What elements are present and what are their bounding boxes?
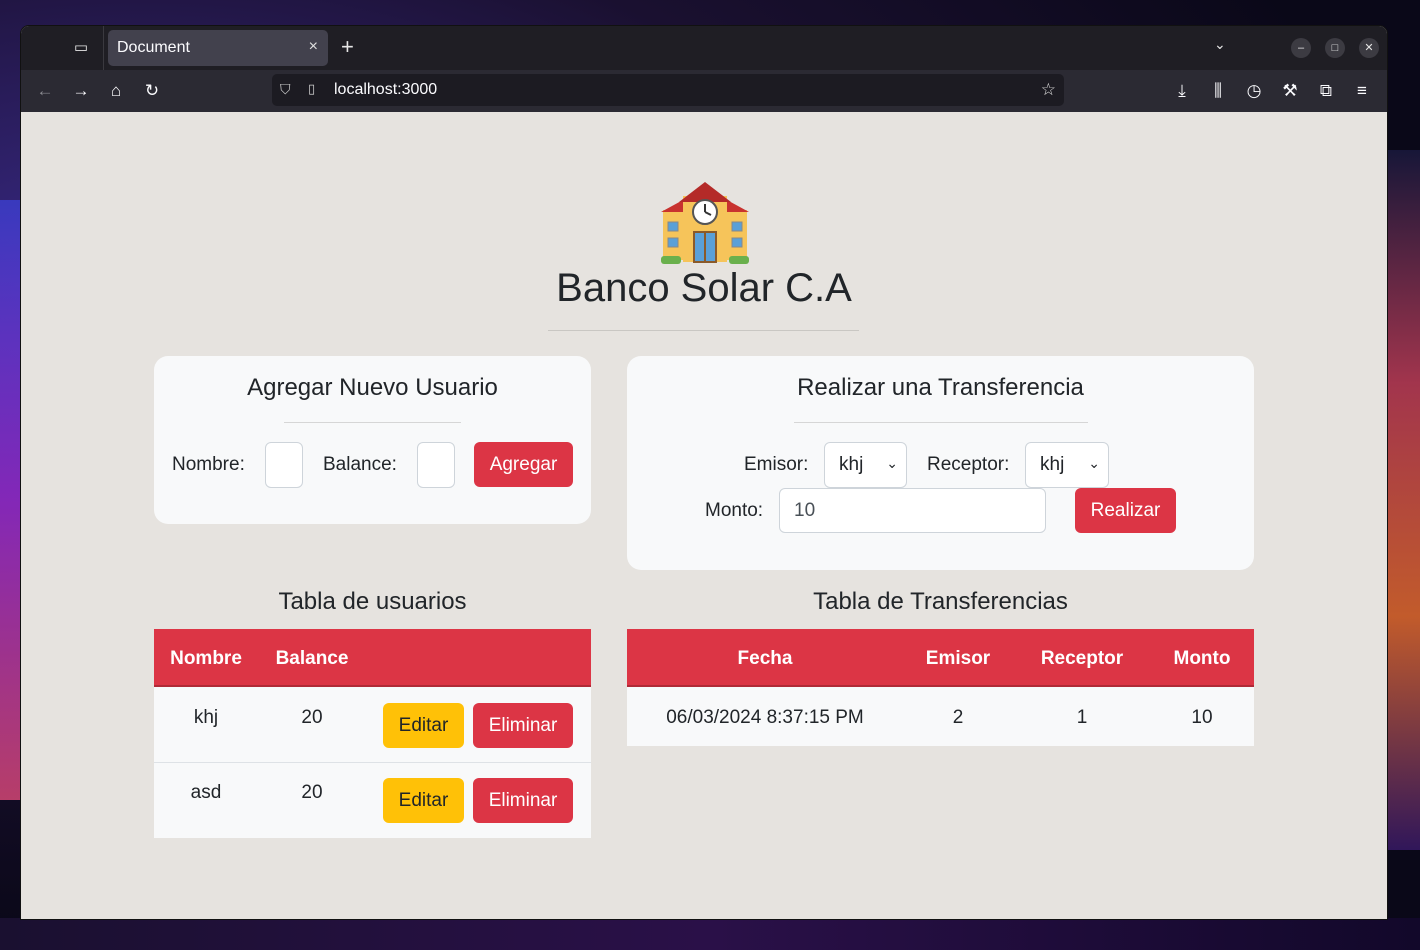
maximize-icon[interactable]: □ — [1325, 38, 1345, 58]
desktop-wallpaper-right — [1386, 150, 1420, 850]
home-icon[interactable]: ⌂ — [105, 80, 127, 102]
menu-hamburger-icon[interactable]: ≡ — [1351, 80, 1373, 102]
tracking-protection-icon[interactable]: ⛉ — [280, 81, 291, 98]
receptor-label: Receptor: — [927, 454, 1010, 475]
school-building-icon — [661, 182, 749, 264]
desktop-wallpaper-bottom — [0, 918, 1420, 950]
balance-input[interactable] — [417, 442, 455, 488]
realizar-button[interactable]: Realizar — [1075, 488, 1176, 533]
transfer-monto: 10 — [1191, 707, 1213, 728]
title-divider — [548, 330, 859, 331]
eliminar-button[interactable]: Eliminar — [473, 778, 573, 823]
balance-label: Balance: — [323, 454, 397, 475]
transfers-table: Fecha Emisor Receptor Monto 06/03/2024 8… — [627, 629, 1254, 746]
new-tab-button[interactable]: + — [341, 34, 354, 60]
downloads-icon[interactable]: ⤓ — [1171, 80, 1193, 102]
tab-close-icon[interactable]: × — [309, 38, 318, 56]
nombre-input[interactable] — [265, 442, 303, 488]
users-header-balance: Balance — [275, 648, 349, 669]
users-header-nombre: Nombre — [170, 648, 242, 669]
close-window-icon[interactable]: ✕ — [1359, 38, 1379, 58]
editar-button[interactable]: Editar — [383, 778, 464, 823]
transfer-emisor: 2 — [952, 707, 964, 728]
transfers-table-header: Fecha Emisor Receptor Monto — [627, 629, 1254, 687]
monto-label: Monto: — [705, 500, 764, 521]
user-balance: 20 — [301, 782, 323, 803]
user-nombre: khj — [193, 707, 219, 728]
transfers-header-fecha: Fecha — [737, 648, 793, 669]
library-icon[interactable]: ⫼ — [1207, 80, 1229, 102]
user-balance: 20 — [301, 707, 323, 728]
nombre-label: Nombre: — [172, 454, 245, 475]
add-user-card: Agregar Nuevo Usuario Nombre: Balance: A… — [154, 356, 591, 524]
emisor-label: Emisor: — [744, 454, 809, 475]
transfers-header-receptor: Receptor — [1040, 648, 1124, 669]
bookmark-star-icon[interactable]: ☆ — [1041, 80, 1056, 100]
agregar-button[interactable]: Agregar — [474, 442, 573, 487]
reload-icon[interactable]: ↻ — [141, 80, 163, 102]
transfers-header-emisor: Emisor — [925, 648, 991, 669]
table-row: asd 20 Editar Eliminar — [154, 763, 591, 838]
forward-icon[interactable]: → — [70, 80, 92, 102]
tab-document[interactable]: Document × — [108, 30, 328, 66]
browser-window: ▭ Document × + ⌄ – □ ✕ ← → ⌂ ↻ ⛉ ▯ local… — [21, 26, 1387, 919]
url-bar[interactable]: ⛉ ▯ localhost:3000 ☆ — [272, 74, 1064, 106]
user-nombre: asd — [190, 782, 222, 803]
eliminar-button[interactable]: Eliminar — [473, 703, 573, 748]
history-icon[interactable]: ◷ — [1243, 80, 1265, 102]
users-table-header: Nombre Balance — [154, 629, 591, 687]
table-row: 06/03/2024 8:37:15 PM 2 1 10 — [627, 687, 1254, 746]
page-title: Banco Solar C.A — [556, 266, 852, 310]
navigation-toolbar: ← → ⌂ ↻ ⛉ ▯ localhost:3000 ☆ ⤓ ⫼ ◷ ⚒ ⧉ ≡ — [21, 70, 1387, 112]
tab-title: Document — [117, 39, 190, 56]
editar-button[interactable]: Editar — [383, 703, 464, 748]
transfer-title: Realizar una Transferencia — [797, 374, 1084, 401]
transfer-receptor: 1 — [1076, 707, 1088, 728]
transfers-table-title: Tabla de Transferencias — [813, 588, 1068, 615]
users-table-title: Tabla de usuarios — [278, 588, 467, 615]
emisor-select[interactable]: khj ⌄ — [824, 442, 907, 488]
transfer-fecha: 06/03/2024 8:37:15 PM — [666, 707, 864, 728]
receptor-select[interactable]: khj ⌄ — [1025, 442, 1109, 488]
chevron-down-icon: ⌄ — [1088, 455, 1100, 471]
users-table: Nombre Balance khj 20 Editar Eliminar as… — [154, 629, 591, 838]
receptor-select-value: khj — [1040, 454, 1065, 475]
chevron-down-icon: ⌄ — [886, 455, 898, 471]
monto-input[interactable]: 10 — [779, 488, 1046, 533]
back-icon[interactable]: ← — [34, 80, 56, 102]
add-user-divider — [284, 422, 461, 423]
minimize-icon[interactable]: – — [1291, 38, 1311, 58]
transfers-header-monto: Monto — [1173, 648, 1231, 669]
tab-overview-icon[interactable]: ▭ — [71, 38, 91, 58]
list-all-tabs-icon[interactable]: ⌄ — [1214, 36, 1226, 53]
monto-input-value: 10 — [794, 500, 816, 521]
tools-wrench-icon[interactable]: ⚒ — [1279, 80, 1301, 102]
tab-separator — [103, 26, 104, 70]
url-text[interactable]: localhost:3000 — [334, 81, 437, 99]
page-content: Banco Solar C.A Agregar Nuevo Usuario No… — [21, 112, 1387, 919]
extensions-icon[interactable]: ⧉ — [1315, 80, 1337, 102]
add-user-title: Agregar Nuevo Usuario — [247, 374, 498, 401]
table-row: khj 20 Editar Eliminar — [154, 687, 591, 763]
page-info-icon[interactable]: ▯ — [308, 81, 315, 97]
tab-bar: ▭ Document × + ⌄ – □ ✕ — [21, 26, 1387, 70]
transfer-divider — [794, 422, 1088, 423]
transfer-card: Realizar una Transferencia Emisor: khj ⌄… — [627, 356, 1254, 570]
emisor-select-value: khj — [839, 454, 864, 475]
